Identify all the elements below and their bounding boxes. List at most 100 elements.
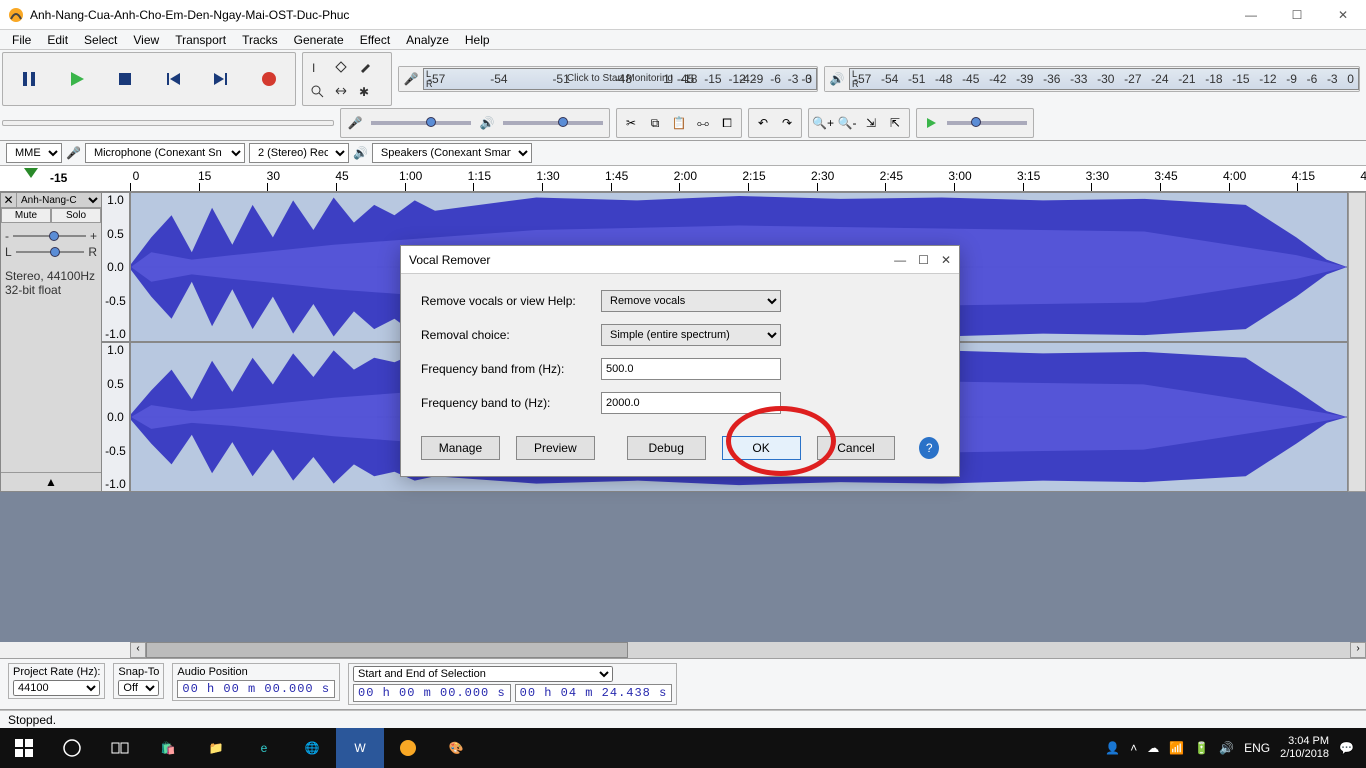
play-button[interactable] bbox=[53, 55, 101, 103]
audacity-taskbar-icon[interactable] bbox=[384, 728, 432, 768]
selection-end-value[interactable]: 00 h 04 m 24.438 s bbox=[515, 684, 673, 702]
gain-slider[interactable]: -+ bbox=[5, 229, 97, 243]
scroll-left-button[interactable]: ‹ bbox=[130, 642, 146, 658]
volume-icon[interactable]: 🔊 bbox=[1219, 741, 1234, 755]
playback-device-select[interactable]: Speakers (Conexant Smart bbox=[372, 143, 532, 163]
freq-from-input[interactable] bbox=[601, 358, 781, 380]
remove-vocals-select[interactable]: Remove vocals bbox=[601, 290, 781, 312]
window-close[interactable]: ✕ bbox=[1320, 0, 1366, 30]
vertical-scrollbar[interactable] bbox=[1348, 192, 1366, 492]
zoom-tool[interactable] bbox=[305, 79, 329, 103]
menu-file[interactable]: File bbox=[4, 31, 39, 49]
time-ruler[interactable]: -15 01530451:001:151:301:452:002:152:302… bbox=[0, 166, 1366, 192]
clock[interactable]: 3:04 PM 2/10/2018 bbox=[1280, 735, 1329, 761]
stop-button[interactable] bbox=[101, 55, 149, 103]
notifications-icon[interactable]: 💬 bbox=[1339, 741, 1354, 755]
recording-channels-select[interactable]: 2 (Stereo) Recor bbox=[249, 143, 349, 163]
solo-button[interactable]: Solo bbox=[51, 208, 101, 223]
battery-icon[interactable]: 🔋 bbox=[1194, 741, 1209, 755]
horizontal-scrollbar[interactable]: ‹ › bbox=[0, 642, 1366, 658]
cancel-button[interactable]: Cancel bbox=[817, 436, 896, 460]
skip-start-button[interactable] bbox=[149, 55, 197, 103]
ruler-tick: 2:45 bbox=[885, 183, 886, 191]
cortana-button[interactable] bbox=[48, 728, 96, 768]
track-name-dropdown[interactable]: Anh-Nang-C bbox=[17, 194, 101, 207]
selection-type-select[interactable]: Start and End of Selection bbox=[353, 666, 613, 682]
tray-chevron-icon[interactable]: ˄ bbox=[1130, 741, 1137, 755]
pause-button[interactable] bbox=[5, 55, 53, 103]
dialog-maximize[interactable]: ☐ bbox=[918, 253, 929, 267]
playback-meter[interactable]: LR -57-54-51-48-45-42-39-36-33-30-27-24-… bbox=[849, 68, 1359, 90]
playhead-marker[interactable] bbox=[24, 168, 38, 178]
draw-tool[interactable] bbox=[353, 55, 377, 79]
mic-icon[interactable]: 🎤 bbox=[399, 67, 423, 91]
fit-project-button[interactable]: ⇱ bbox=[883, 111, 907, 135]
zoom-in-button[interactable]: 🔍+ bbox=[811, 111, 835, 135]
menu-effect[interactable]: Effect bbox=[352, 31, 398, 49]
ruler-tick: 3:00 bbox=[954, 183, 955, 191]
selection-tool[interactable]: I bbox=[305, 55, 329, 79]
track-close-button[interactable]: ✕ bbox=[1, 193, 17, 207]
dialog-minimize[interactable]: — bbox=[894, 253, 906, 267]
scroll-thumb[interactable] bbox=[146, 642, 628, 658]
edge-icon[interactable]: e bbox=[240, 728, 288, 768]
rec-meter-label: Click to Start Monitoring bbox=[567, 73, 673, 84]
onedrive-icon[interactable]: ☁ bbox=[1147, 741, 1159, 755]
mute-button[interactable]: Mute bbox=[1, 208, 51, 223]
dialog-close[interactable]: ✕ bbox=[941, 253, 951, 267]
wifi-icon[interactable]: 📶 bbox=[1169, 741, 1184, 755]
paste-button[interactable]: 📋 bbox=[667, 111, 691, 135]
help-icon[interactable]: ? bbox=[919, 437, 939, 459]
people-icon[interactable]: 👤 bbox=[1105, 741, 1120, 755]
menu-tracks[interactable]: Tracks bbox=[234, 31, 286, 49]
selection-start-value[interactable]: 00 h 00 m 00.000 s bbox=[353, 684, 511, 702]
scroll-right-button[interactable]: › bbox=[1350, 642, 1366, 658]
menu-help[interactable]: Help bbox=[457, 31, 498, 49]
timeshift-tool[interactable] bbox=[329, 79, 353, 103]
explorer-icon[interactable]: 📁 bbox=[192, 728, 240, 768]
track-collapse-button[interactable]: ▲ bbox=[1, 472, 101, 491]
menu-analyze[interactable]: Analyze bbox=[398, 31, 457, 49]
freq-to-input[interactable] bbox=[601, 392, 781, 414]
word-icon[interactable]: W bbox=[336, 728, 384, 768]
ok-button[interactable]: OK bbox=[722, 436, 801, 460]
store-icon[interactable]: 🛍️ bbox=[144, 728, 192, 768]
copy-button[interactable]: ⧉ bbox=[643, 111, 667, 135]
menu-edit[interactable]: Edit bbox=[39, 31, 76, 49]
snap-to-select[interactable]: Off bbox=[118, 680, 159, 696]
preview-button[interactable]: Preview bbox=[516, 436, 595, 460]
language-indicator[interactable]: ENG bbox=[1244, 741, 1270, 755]
menu-view[interactable]: View bbox=[125, 31, 167, 49]
fit-selection-button[interactable]: ⇲ bbox=[859, 111, 883, 135]
start-button[interactable] bbox=[0, 728, 48, 768]
multi-tool[interactable]: ✱ bbox=[353, 79, 377, 103]
manage-button[interactable]: Manage bbox=[421, 436, 500, 460]
paint-icon[interactable]: 🎨 bbox=[432, 728, 480, 768]
window-minimize[interactable]: — bbox=[1228, 0, 1274, 30]
audio-host-select[interactable]: MME bbox=[6, 143, 62, 163]
menu-select[interactable]: Select bbox=[76, 31, 125, 49]
removal-choice-select[interactable]: Simple (entire spectrum) bbox=[601, 324, 781, 346]
menu-generate[interactable]: Generate bbox=[286, 31, 352, 49]
project-rate-select[interactable]: 44100 bbox=[13, 680, 100, 696]
cut-button[interactable]: ✂ bbox=[619, 111, 643, 135]
trim-button[interactable]: ⧟ bbox=[691, 111, 715, 135]
chrome-icon[interactable]: 🌐 bbox=[288, 728, 336, 768]
envelope-tool[interactable] bbox=[329, 55, 353, 79]
recording-meter[interactable]: LR -57-54-51-48-45-42-3 Click to Start M… bbox=[423, 68, 817, 90]
window-maximize[interactable]: ☐ bbox=[1274, 0, 1320, 30]
task-view-button[interactable] bbox=[96, 728, 144, 768]
record-button[interactable] bbox=[245, 55, 293, 103]
speaker-icon[interactable]: 🔊 bbox=[825, 67, 849, 91]
debug-button[interactable]: Debug bbox=[627, 436, 706, 460]
silence-button[interactable]: ⧠ bbox=[715, 111, 739, 135]
recording-device-select[interactable]: Microphone (Conexant Sn bbox=[85, 143, 245, 163]
play-at-speed-button[interactable] bbox=[919, 111, 943, 135]
undo-button[interactable]: ↶ bbox=[751, 111, 775, 135]
zoom-out-button[interactable]: 🔍- bbox=[835, 111, 859, 135]
audio-position-value[interactable]: 00 h 00 m 00.000 s bbox=[177, 680, 335, 698]
skip-end-button[interactable] bbox=[197, 55, 245, 103]
pan-slider[interactable]: LR bbox=[5, 245, 97, 259]
redo-button[interactable]: ↷ bbox=[775, 111, 799, 135]
menu-transport[interactable]: Transport bbox=[167, 31, 234, 49]
